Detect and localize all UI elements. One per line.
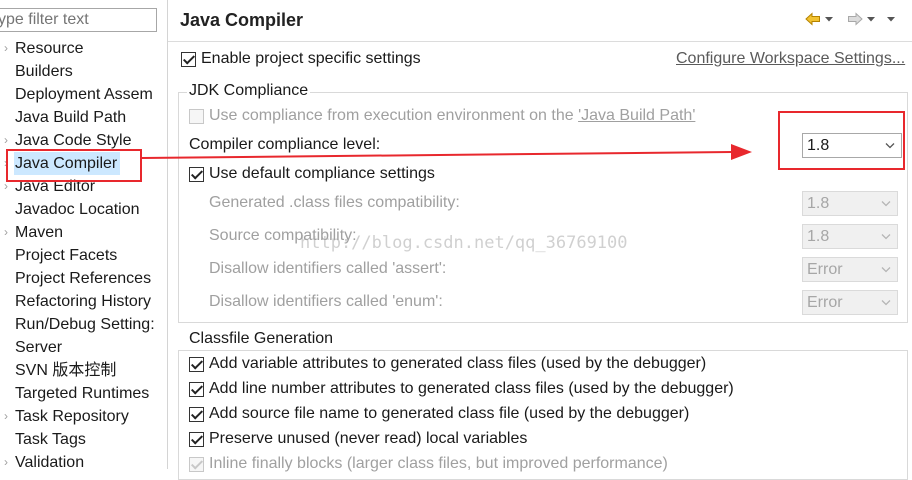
nav-item-label: Refactoring History bbox=[15, 293, 152, 310]
nav-item[interactable]: Builders bbox=[0, 60, 167, 83]
annotation-highlight-box bbox=[6, 149, 142, 182]
nav-item[interactable]: Deployment Assem bbox=[0, 83, 167, 106]
classfile-option-checkbox[interactable] bbox=[189, 357, 204, 372]
nav-item-label: Builders bbox=[15, 63, 73, 80]
classfile-option-checkbox[interactable] bbox=[189, 432, 204, 447]
compliance-row-value: Error bbox=[807, 261, 843, 278]
chevron-down-icon bbox=[881, 234, 891, 240]
chevron-down-icon bbox=[881, 201, 891, 207]
nav-item-label: Java Build Path bbox=[15, 109, 127, 126]
expand-arrow-icon[interactable]: › bbox=[0, 221, 12, 244]
back-menu-button[interactable] bbox=[824, 10, 834, 28]
compliance-row-value: Error bbox=[807, 294, 843, 311]
configure-workspace-link[interactable]: Configure Workspace Settings... bbox=[676, 49, 905, 69]
nav-item-label: Targeted Runtimes bbox=[15, 385, 150, 402]
nav-item[interactable]: Task Tags bbox=[0, 428, 167, 451]
classfile-option-checkbox[interactable] bbox=[189, 382, 204, 397]
compliance-row-label: Disallow identifiers called 'enum': bbox=[209, 293, 443, 310]
classfile-option-label: Preserve unused (never read) local varia… bbox=[209, 430, 528, 447]
nav-item[interactable]: SVN 版本控制 bbox=[0, 359, 167, 382]
forward-arrow-icon bbox=[848, 12, 863, 26]
nav-item[interactable]: Server bbox=[0, 336, 167, 359]
compliance-row-select[interactable]: 1.8 bbox=[802, 191, 898, 216]
annotation-highlight-box bbox=[778, 111, 905, 170]
page-title: Java Compiler bbox=[180, 10, 304, 30]
chevron-down-icon bbox=[867, 17, 875, 22]
classfile-option-label: Inline finally blocks (larger class file… bbox=[209, 455, 668, 472]
compliance-row-value: 1.8 bbox=[807, 195, 830, 212]
chevron-down-icon bbox=[881, 300, 891, 306]
compliance-row-label: Disallow identifiers called 'assert': bbox=[209, 260, 447, 277]
chevron-down-icon bbox=[881, 267, 891, 273]
nav-item-label: Validation bbox=[15, 454, 85, 471]
use-default-compliance-label: Use default compliance settings bbox=[209, 165, 435, 182]
compliance-row-select[interactable]: Error bbox=[802, 290, 898, 315]
back-button[interactable] bbox=[805, 10, 821, 28]
chevron-down-icon bbox=[825, 17, 833, 22]
nav-item-label: Task Tags bbox=[15, 431, 86, 448]
nav-item[interactable]: Javadoc Location bbox=[0, 198, 167, 221]
watermark-text: http://blog.csdn.net/qq_36769100 bbox=[300, 233, 628, 253]
classfile-option-label: Add line number attributes to generated … bbox=[209, 380, 734, 397]
nav-item-label: Maven bbox=[15, 224, 64, 241]
compliance-row-select[interactable]: 1.8 bbox=[802, 224, 898, 249]
nav-item-label: SVN 版本控制 bbox=[15, 362, 117, 379]
use-env-compliance-text: Use compliance from execution environmen… bbox=[209, 107, 579, 124]
filter-input[interactable] bbox=[0, 8, 157, 32]
nav-item[interactable]: › Resource bbox=[0, 37, 167, 60]
compliance-level-label: Compiler compliance level: bbox=[189, 136, 381, 153]
forward-button[interactable] bbox=[847, 10, 863, 28]
nav-item[interactable]: Refactoring History bbox=[0, 290, 167, 313]
jdk-compliance-title: JDK Compliance bbox=[187, 81, 311, 101]
nav-item[interactable]: Run/Debug Setting: bbox=[0, 313, 167, 336]
use-default-compliance-checkbox[interactable] bbox=[189, 167, 204, 182]
classfile-option-label: Add variable attributes to generated cla… bbox=[209, 355, 707, 372]
classfile-generation-title: Classfile Generation bbox=[187, 329, 336, 349]
expand-arrow-icon[interactable]: › bbox=[0, 405, 12, 428]
compliance-row-select[interactable]: Error bbox=[802, 257, 898, 282]
nav-item[interactable]: › Maven bbox=[0, 221, 167, 244]
compliance-row-value: 1.8 bbox=[807, 228, 830, 245]
nav-item-label: Project References bbox=[15, 270, 152, 287]
header-separator bbox=[168, 41, 912, 42]
nav-item-label: Project Facets bbox=[15, 247, 118, 264]
nav-item[interactable]: › Validation bbox=[0, 451, 167, 474]
chevron-down-icon bbox=[887, 17, 895, 22]
nav-item-label: Server bbox=[15, 339, 63, 356]
classfile-option-checkbox[interactable] bbox=[189, 407, 204, 422]
back-arrow-icon bbox=[805, 12, 820, 26]
enable-project-specific-label: Enable project specific settings bbox=[201, 50, 421, 67]
use-env-compliance-checkbox[interactable] bbox=[189, 109, 204, 124]
enable-project-specific-checkbox[interactable] bbox=[181, 52, 196, 67]
expand-arrow-icon[interactable]: › bbox=[0, 37, 12, 60]
nav-item-label: Deployment Assem bbox=[15, 86, 153, 103]
view-menu-button[interactable] bbox=[886, 10, 896, 28]
nav-item[interactable]: › Task Repository bbox=[0, 405, 167, 428]
nav-item-label: Task Repository bbox=[15, 408, 129, 425]
nav-item-label: Javadoc Location bbox=[15, 201, 140, 218]
nav-item[interactable]: Java Build Path bbox=[0, 106, 167, 129]
expand-arrow-icon[interactable]: › bbox=[0, 451, 12, 474]
compliance-row-label: Generated .class files compatibility: bbox=[209, 194, 460, 211]
classfile-option-checkbox[interactable] bbox=[189, 457, 204, 472]
page-header: Java Compiler bbox=[168, 0, 912, 42]
nav-item[interactable]: Project Facets bbox=[0, 244, 167, 267]
nav-item-label: Resource bbox=[15, 40, 84, 57]
nav-item-label: Run/Debug Setting: bbox=[15, 316, 155, 333]
java-build-path-link[interactable]: 'Java Build Path' bbox=[578, 107, 695, 124]
nav-item[interactable]: Targeted Runtimes bbox=[0, 382, 167, 405]
use-env-compliance-label: Use compliance from execution environmen… bbox=[209, 106, 695, 126]
preferences-nav-panel: ›ResourceBuildersDeployment AssemJava Bu… bbox=[0, 0, 167, 471]
nav-item[interactable]: Project References bbox=[0, 267, 167, 290]
nav-tree: › Resource Builders Deployment Assem Java Bu… bbox=[0, 37, 167, 474]
forward-menu-button[interactable] bbox=[866, 10, 876, 28]
classfile-option-label: Add source file name to generated class … bbox=[209, 405, 690, 422]
